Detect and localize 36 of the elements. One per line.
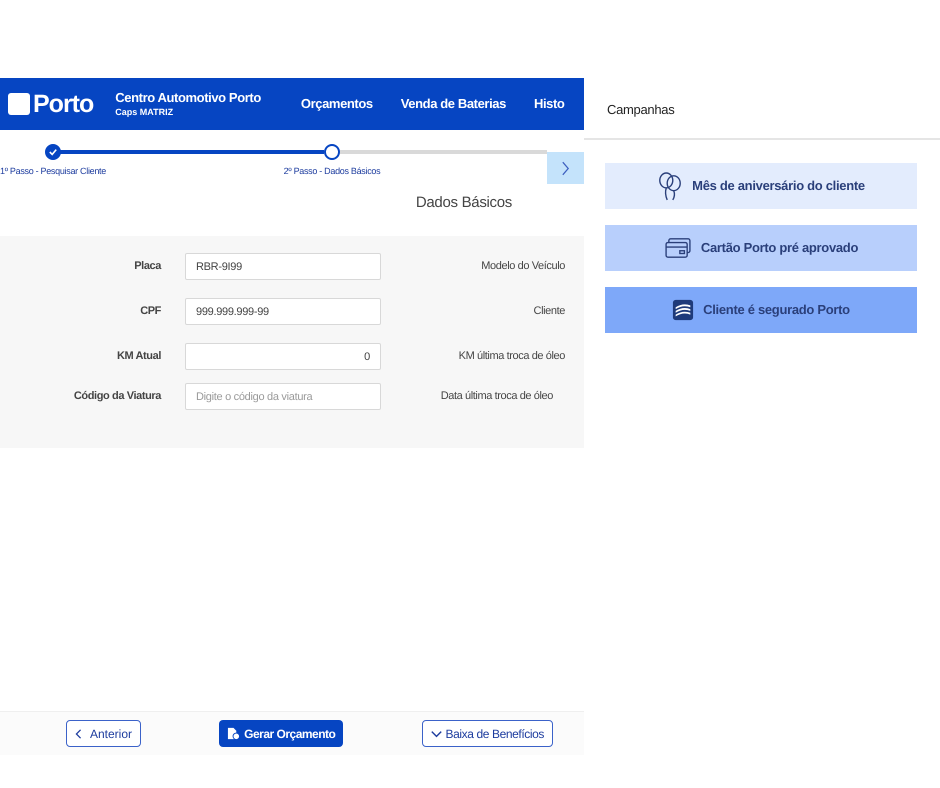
field-label: CPF [139, 304, 161, 320]
info-label: KM última troca de óleo [458, 349, 565, 364]
step-label: 2º Passo - Dados Básicos [284, 165, 380, 178]
app-title: Centro Automotivo Porto [115, 90, 261, 106]
field-label: KM Atual [116, 349, 161, 364]
text-field[interactable]: Digite o código da viatura [185, 383, 381, 410]
chevron-right-icon [561, 160, 570, 176]
nav-link[interactable]: Histo [534, 94, 564, 114]
balloons-icon [657, 170, 684, 200]
step-label: 1º Passo - Pesquisar Cliente [0, 165, 106, 178]
nav-link[interactable]: Venda de Baterias [400, 94, 506, 114]
chevron-down-icon [430, 730, 442, 738]
text-field[interactable]: RBR-9I99 [185, 253, 381, 280]
check-icon [49, 148, 57, 156]
campaign-button[interactable]: Mês de aniversário do cliente [605, 162, 917, 208]
benefits-dropdown-button[interactable]: Baixa de Benefícios [422, 720, 553, 747]
app-subtitle: Caps MATRIZ [115, 106, 174, 118]
generate-quote-button[interactable]: Gerar Orçamento [219, 720, 344, 747]
field-label: Placa [133, 259, 161, 274]
section-title: Dados Básicos [416, 193, 512, 213]
next-step-button[interactable] [547, 152, 584, 184]
text-field[interactable]: 0 [185, 343, 381, 370]
nav-link[interactable]: Orçamentos [300, 94, 373, 114]
info-label: Cliente [532, 304, 565, 320]
back-button[interactable]: Anterior [66, 720, 141, 747]
chevron-left-icon [75, 728, 82, 740]
campaign-button[interactable]: Cliente é segurado Porto [605, 286, 917, 332]
credit-card-icon [664, 236, 692, 258]
document-icon [227, 727, 240, 740]
field-label: Código da Viatura [72, 389, 161, 404]
campaign-button[interactable]: Cartão Porto pré aprovado [605, 224, 917, 270]
panel-title: Campanhas [607, 101, 676, 119]
info-label: Modelo do Veículo [480, 259, 565, 274]
brand-logo: Porto [33, 92, 94, 116]
text-field[interactable]: 999.999.999-99 [185, 298, 381, 325]
info-label: Data última troca de óleo [440, 389, 553, 404]
